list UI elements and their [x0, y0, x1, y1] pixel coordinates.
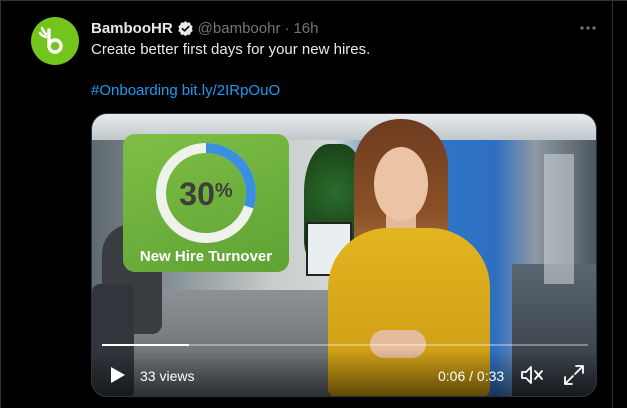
video-progress-bar[interactable] — [102, 344, 588, 346]
hashtag-link[interactable]: #Onboarding — [91, 82, 178, 99]
video-player[interactable]: 30% New Hire Turnover 33 views 0:06 / 0:… — [91, 113, 597, 397]
timestamp[interactable]: 16h — [293, 20, 318, 37]
timecode: 0:06 / 0:33 — [438, 368, 505, 384]
play-icon[interactable] — [107, 365, 127, 385]
divider — [0, 0, 627, 1]
stat-label: New Hire Turnover — [139, 248, 273, 265]
scene-window — [544, 154, 574, 284]
tweet-links: #Onboarding bit.ly/2IRpOuO — [91, 81, 280, 101]
author-handle[interactable]: @bamboohr — [198, 20, 281, 37]
stat-overlay-card: 30% New Hire Turnover — [123, 134, 289, 272]
tweet-header: BambooHR @bamboohr · 16h — [91, 18, 318, 38]
more-options-button[interactable] — [578, 18, 598, 38]
stat-value: 30% — [153, 172, 259, 213]
author-name[interactable]: BambooHR — [91, 20, 173, 37]
divider — [612, 0, 613, 408]
divider — [0, 0, 1, 408]
separator-dot: · — [284, 19, 290, 37]
presenter-face — [374, 147, 428, 221]
stat-number: 30 — [179, 176, 215, 212]
tweet-card[interactable]: BambooHR @bamboohr · 16h Create better f… — [0, 0, 627, 408]
fullscreen-icon[interactable] — [562, 363, 586, 387]
more-horizontal-icon — [580, 26, 596, 30]
avatar[interactable] — [31, 17, 79, 65]
volume-muted-icon[interactable] — [520, 364, 544, 386]
bamboohr-logo-icon — [38, 26, 63, 54]
tweet-text: Create better first days for your new hi… — [91, 41, 371, 58]
view-count: 33 views — [140, 368, 195, 384]
url-link[interactable]: bit.ly/2IRpOuO — [182, 82, 280, 99]
stat-unit: % — [214, 180, 233, 202]
video-controls: 33 views 0:06 / 0:33 — [92, 350, 596, 396]
verified-badge-icon — [177, 20, 193, 36]
video-progress-fill — [102, 344, 190, 346]
